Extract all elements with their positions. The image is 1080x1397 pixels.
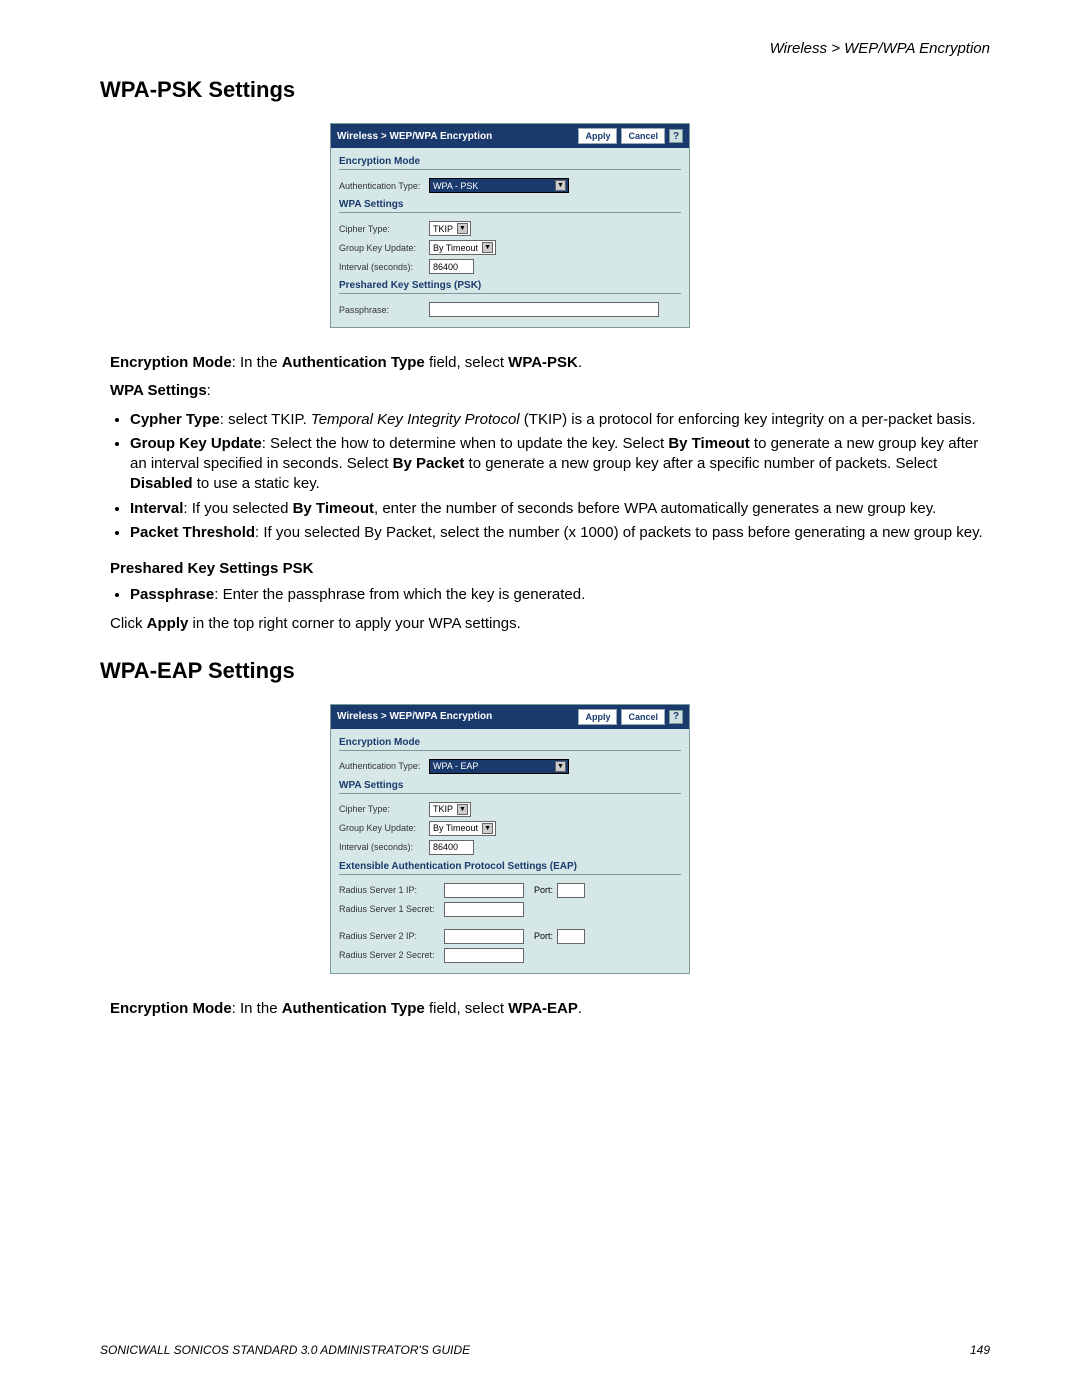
auth-type-select[interactable]: WPA - EAP ▼: [429, 759, 569, 774]
cancel-button[interactable]: Cancel: [621, 709, 665, 725]
chevron-down-icon: ▼: [482, 823, 493, 834]
panel-header: Wireless > WEP/WPA Encryption Apply Canc…: [331, 124, 689, 148]
encryption-mode-line: Encryption Mode: In the Authentication T…: [110, 353, 990, 373]
section-psk: Preshared Key Settings (PSK): [339, 276, 681, 294]
help-button[interactable]: ?: [669, 710, 683, 724]
section-encryption-mode: Encryption Mode: [339, 152, 681, 170]
radius2-secret-input[interactable]: [444, 948, 524, 963]
panel-title: Wireless > WEP/WPA Encryption: [337, 131, 492, 142]
group-key-update-select[interactable]: By Timeout ▼: [429, 240, 496, 255]
radius2-ip-label: Radius Server 2 IP:: [339, 931, 444, 941]
bullet-passphrase: Passphrase: Enter the passphrase from wh…: [130, 585, 990, 605]
cipher-type-value: TKIP: [433, 224, 453, 234]
radius1-secret-label: Radius Server 1 Secret:: [339, 904, 444, 914]
cipher-type-label: Cipher Type:: [339, 224, 429, 234]
footer-title: SONICWALL SONICOS STANDARD 3.0 ADMINISTR…: [100, 1343, 470, 1357]
heading-wpa-psk: WPA-PSK Settings: [100, 77, 990, 103]
bullet-cypher: Cypher Type: select TKIP. Temporal Key I…: [130, 410, 990, 430]
group-key-update-label: Group Key Update:: [339, 243, 429, 253]
chevron-down-icon: ▼: [457, 223, 468, 234]
group-key-update-label: Group Key Update:: [339, 823, 429, 833]
section-wpa-settings: WPA Settings: [339, 776, 681, 794]
panel-title: Wireless > WEP/WPA Encryption: [337, 711, 492, 722]
psk-heading: Preshared Key Settings PSK: [110, 559, 990, 579]
radius1-ip-label: Radius Server 1 IP:: [339, 885, 444, 895]
apply-button[interactable]: Apply: [578, 128, 617, 144]
panel-wpa-psk: Wireless > WEP/WPA Encryption Apply Canc…: [330, 123, 690, 328]
cipher-type-value: TKIP: [433, 804, 453, 814]
auth-type-value: WPA - PSK: [433, 181, 551, 191]
port-label: Port:: [534, 931, 553, 941]
panel-header: Wireless > WEP/WPA Encryption Apply Canc…: [331, 705, 689, 729]
auth-type-label: Authentication Type:: [339, 761, 429, 771]
passphrase-label: Passphrase:: [339, 305, 429, 315]
doc-body-eap: Encryption Mode: In the Authentication T…: [110, 999, 990, 1019]
radius1-secret-input[interactable]: [444, 902, 524, 917]
doc-body: Encryption Mode: In the Authentication T…: [110, 353, 990, 634]
group-key-update-value: By Timeout: [433, 823, 478, 833]
heading-wpa-eap: WPA-EAP Settings: [100, 658, 990, 684]
cancel-button[interactable]: Cancel: [621, 128, 665, 144]
group-key-update-value: By Timeout: [433, 243, 478, 253]
panel-wpa-eap: Wireless > WEP/WPA Encryption Apply Canc…: [330, 704, 690, 974]
cipher-type-select[interactable]: TKIP ▼: [429, 802, 471, 817]
radius2-secret-label: Radius Server 2 Secret:: [339, 950, 444, 960]
chevron-down-icon: ▼: [482, 242, 493, 253]
auth-type-select[interactable]: WPA - PSK ▼: [429, 178, 569, 193]
chevron-down-icon: ▼: [555, 761, 566, 772]
bullet-packet: Packet Threshold: If you selected By Pac…: [130, 523, 990, 543]
group-key-update-select[interactable]: By Timeout ▼: [429, 821, 496, 836]
radius1-port-input[interactable]: [557, 883, 585, 898]
interval-label: Interval (seconds):: [339, 262, 429, 272]
apply-line: Click Apply in the top right corner to a…: [110, 614, 990, 634]
passphrase-input[interactable]: [429, 302, 659, 317]
radius1-ip-input[interactable]: [444, 883, 524, 898]
interval-label: Interval (seconds):: [339, 842, 429, 852]
port-label: Port:: [534, 885, 553, 895]
section-eap: Extensible Authentication Protocol Setti…: [339, 857, 681, 875]
bullet-interval: Interval: If you selected By Timeout, en…: [130, 499, 990, 519]
enc-mode-bold: Encryption Mode: [110, 354, 232, 371]
interval-input[interactable]: [429, 840, 474, 855]
radius2-ip-input[interactable]: [444, 929, 524, 944]
bullet-gku: Group Key Update: Select the how to dete…: [130, 434, 990, 495]
page-footer: SONICWALL SONICOS STANDARD 3.0 ADMINISTR…: [100, 1343, 990, 1357]
radius2-port-input[interactable]: [557, 929, 585, 944]
auth-type-label: Authentication Type:: [339, 181, 429, 191]
interval-input[interactable]: [429, 259, 474, 274]
section-wpa-settings: WPA Settings: [339, 195, 681, 213]
page-number: 149: [970, 1343, 990, 1357]
breadcrumb: Wireless > WEP/WPA Encryption: [100, 40, 990, 57]
auth-type-value: WPA - EAP: [433, 761, 551, 771]
chevron-down-icon: ▼: [457, 804, 468, 815]
help-button[interactable]: ?: [669, 129, 683, 143]
cipher-type-select[interactable]: TKIP ▼: [429, 221, 471, 236]
wpa-settings-line: WPA Settings:: [110, 381, 990, 401]
encryption-mode-line-eap: Encryption Mode: In the Authentication T…: [110, 999, 990, 1019]
chevron-down-icon: ▼: [555, 180, 566, 191]
cipher-type-label: Cipher Type:: [339, 804, 429, 814]
apply-button[interactable]: Apply: [578, 709, 617, 725]
section-encryption-mode: Encryption Mode: [339, 733, 681, 751]
